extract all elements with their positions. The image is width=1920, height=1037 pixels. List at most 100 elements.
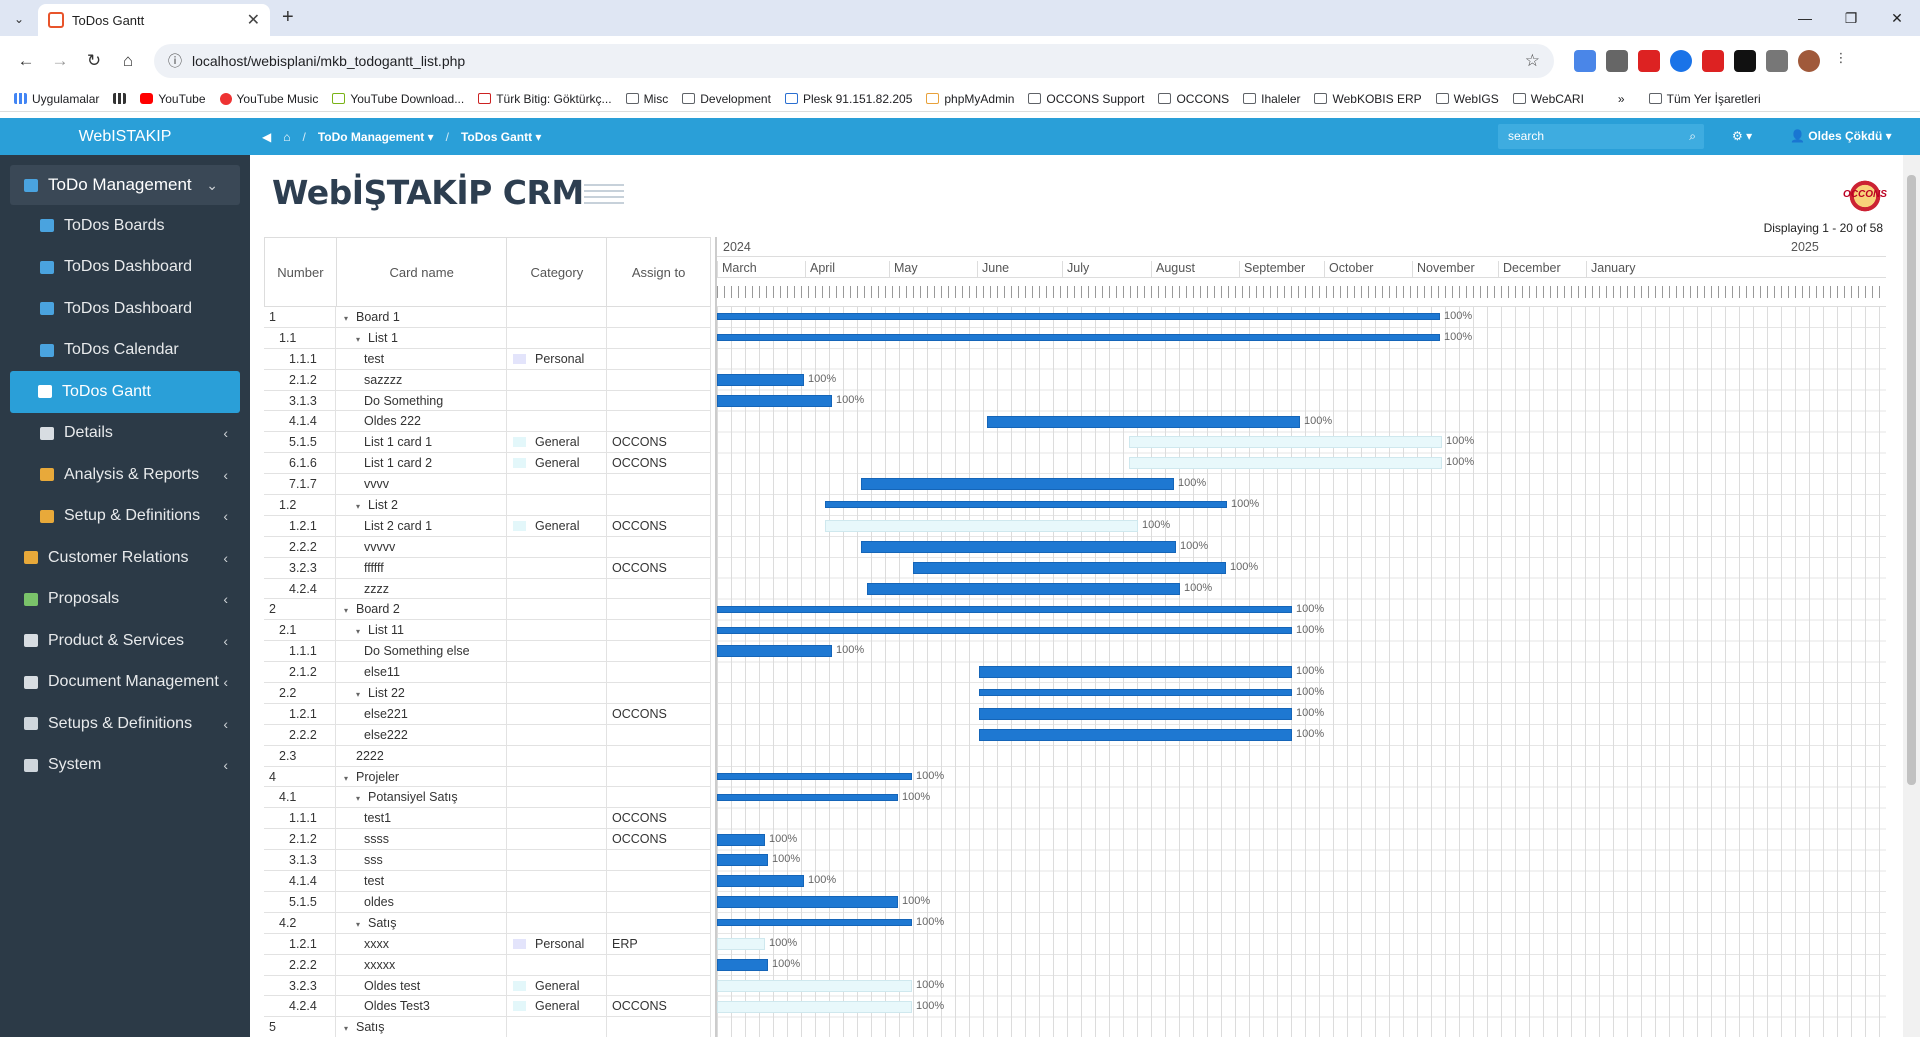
expand-toggle-icon[interactable]: ▾ (356, 915, 360, 933)
table-row[interactable]: 4 ▾ Projeler (264, 766, 711, 788)
browser-menu-icon[interactable]: ⋮ (1830, 50, 1852, 72)
gantt-task-bar[interactable] (717, 854, 768, 867)
table-row[interactable]: 2.2.2 else222 (264, 724, 711, 746)
table-row[interactable]: 1.1 ▾ List 1 (264, 327, 711, 349)
gantt-task-bar[interactable] (717, 896, 898, 909)
gantt-task-bar[interactable] (717, 958, 768, 971)
close-window-icon[interactable]: ✕ (1874, 0, 1920, 36)
table-row[interactable]: 1.1.1 test1 OCCONS (264, 808, 711, 830)
sidebar-item-system[interactable]: System ‹ (0, 745, 250, 787)
gantt-task-bar[interactable] (717, 1000, 912, 1013)
home-icon[interactable]: ⌂ (283, 130, 290, 144)
profile-avatar[interactable] (1798, 50, 1820, 72)
sidebar-item-setups-definitions[interactable]: Setups & Definitions ‹ (0, 703, 250, 745)
expand-toggle-icon[interactable]: ▾ (344, 769, 348, 787)
gantt-task-bar[interactable] (861, 540, 1176, 553)
table-row[interactable]: 2.3 2222 (264, 745, 711, 767)
table-row[interactable]: 6.1.6 List 1 card 2 General OCCONS (264, 453, 711, 475)
gantt-task-bar[interactable] (717, 626, 1292, 634)
reload-icon[interactable]: ↻ (80, 47, 108, 75)
table-row[interactable]: 5 ▾ Satış (264, 1017, 711, 1037)
table-row[interactable]: 1.2.1 List 2 card 1 General OCCONS (264, 515, 711, 537)
table-row[interactable]: 3.2.3 ffffff OCCONS (264, 557, 711, 579)
back-icon[interactable]: ← (12, 47, 40, 75)
url-text[interactable]: localhost/webisplani/mkb_todogantt_list.… (192, 53, 1515, 69)
sidebar-item-todos-boards[interactable]: ToDos Boards (0, 205, 250, 247)
table-row[interactable]: 2.1.2 else11 (264, 662, 711, 684)
expand-toggle-icon[interactable]: ▾ (356, 789, 360, 807)
gantt-task-bar[interactable] (717, 938, 765, 950)
link-extension-icon[interactable] (1670, 50, 1692, 72)
table-row[interactable]: 4.1.4 test (264, 871, 711, 892)
table-row[interactable]: 3.1.3 sss (264, 850, 711, 872)
gantt-task-bar[interactable] (717, 373, 804, 386)
sidebar-item-todo-management[interactable]: ToDo Management ⌄ (10, 165, 240, 205)
bookmark-webcari[interactable]: WebCARI (1512, 92, 1584, 106)
bookmark-plesk[interactable]: Plesk 91.151.82.205 (784, 92, 912, 106)
sidebar-item-product-services[interactable]: Product & Services ‹ (0, 620, 250, 662)
puzzle-extension-icon[interactable] (1766, 50, 1788, 72)
table-row[interactable]: 1 ▾ Board 1 (264, 307, 711, 328)
sidebar-item-todos-dashboard[interactable]: ToDos Dashboard (0, 247, 250, 289)
table-row[interactable]: 1.2.1 xxxx Personal ERP (264, 933, 711, 955)
table-row[interactable]: 1.2.1 else221 OCCONS (264, 703, 711, 725)
gantt-task-bar[interactable] (717, 394, 832, 407)
gantt-task-bar[interactable] (987, 415, 1300, 428)
table-row[interactable]: 3.2.3 Oldes test General (264, 975, 711, 997)
table-row[interactable]: 2.1.2 ssss OCCONS (264, 829, 711, 851)
bookmark-webkobis[interactable]: WebKOBIS ERP (1314, 92, 1422, 106)
bookmark-ihaleler[interactable]: Ihaleler (1243, 92, 1300, 106)
bookmark-turk-bitig[interactable]: Türk Bitig: Göktürkç... (478, 92, 612, 106)
column-header-card-name[interactable]: Card name (337, 238, 508, 306)
tab-list-chevron-icon[interactable]: ⌄ (8, 8, 30, 30)
table-row[interactable]: 7.1.7 vvvv (264, 474, 711, 496)
address-bar[interactable]: ⓘ localhost/webisplani/mkb_todogantt_lis… (154, 44, 1554, 78)
table-row[interactable]: 4.2 ▾ Satış (264, 912, 711, 934)
collapse-sidebar-icon[interactable]: ◀ (262, 130, 271, 144)
gantt-task-bar[interactable] (861, 478, 1174, 491)
bookmark-apps[interactable]: Uygulamalar (14, 92, 99, 106)
new-extension-icon[interactable] (1638, 50, 1660, 72)
table-row[interactable]: 2.2.2 xxxxx (264, 954, 711, 976)
expand-toggle-icon[interactable]: ▾ (356, 330, 360, 348)
table-row[interactable]: 4.1.4 Oldes 222 (264, 411, 711, 433)
sidebar-item-details[interactable]: Details ‹ (0, 413, 250, 455)
sidebar-item-todos-dashboard[interactable]: ToDos Dashboard (0, 288, 250, 330)
browser-tab[interactable]: ToDos Gantt ✕ (38, 4, 270, 36)
forward-icon[interactable]: → (46, 47, 74, 75)
gantt-task-bar[interactable] (717, 833, 765, 846)
site-info-icon[interactable]: ⓘ (168, 51, 182, 71)
gantt-task-bar[interactable] (979, 729, 1292, 741)
bookmark-all[interactable]: Tüm Yer İşaretleri (1648, 92, 1761, 106)
bookmark-occons[interactable]: OCCONS (1158, 92, 1229, 106)
home-icon[interactable]: ⌂ (114, 47, 142, 75)
sidebar-item-todos-calendar[interactable]: ToDos Calendar (0, 330, 250, 372)
gantt-task-bar[interactable] (979, 708, 1292, 721)
close-tab-icon[interactable]: ✕ (247, 10, 260, 30)
expand-toggle-icon[interactable]: ▾ (356, 497, 360, 515)
table-row[interactable]: 2.2 ▾ List 22 (264, 683, 711, 704)
table-row[interactable]: 5.1.5 List 1 card 1 General OCCONS (264, 432, 711, 454)
bookmark-misc[interactable]: Misc (625, 92, 668, 106)
bookmark-development[interactable]: Development (682, 92, 771, 106)
table-row[interactable]: 2.1 ▾ List 11 (264, 620, 711, 642)
gantt-task-bar[interactable] (1129, 436, 1442, 449)
new-extension-2-icon[interactable] (1702, 50, 1724, 72)
user-menu[interactable]: 👤 Oldes Çökdü ▾ (1790, 129, 1892, 143)
bookmark-grid[interactable] (113, 93, 127, 104)
table-row[interactable]: 5.1.5 oldes (264, 891, 711, 913)
expand-toggle-icon[interactable]: ▾ (344, 601, 348, 619)
gantt-task-bar[interactable] (979, 689, 1292, 697)
page-scrollbar[interactable] (1903, 155, 1920, 1037)
breadcrumb-todo-management[interactable]: ToDo Management ▾ (318, 130, 434, 144)
expand-toggle-icon[interactable]: ▾ (344, 1019, 348, 1037)
gantt-task-bar[interactable] (979, 666, 1292, 679)
sidebar-item-setup-definitions[interactable]: Setup & Definitions ‹ (0, 496, 250, 538)
gantt-task-bar[interactable] (717, 793, 898, 801)
search-input[interactable]: search ⌕ (1498, 124, 1704, 149)
gantt-task-bar[interactable] (717, 333, 1440, 341)
bookmark-phpmyadmin[interactable]: phpMyAdmin (926, 92, 1014, 106)
new-tab-icon[interactable]: + (282, 6, 294, 29)
expand-toggle-icon[interactable]: ▾ (356, 622, 360, 640)
restore-icon[interactable]: ❐ (1828, 0, 1874, 36)
